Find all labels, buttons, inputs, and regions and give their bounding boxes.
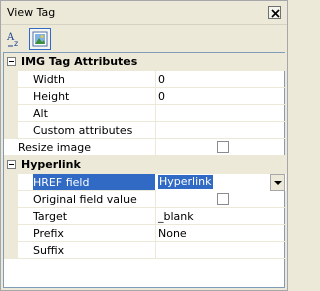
property-grid: IMG Tag Attributes Width 0 Height 0 Alt … (3, 52, 286, 288)
property-name: Target (33, 210, 68, 223)
close-button[interactable] (268, 6, 281, 19)
property-value[interactable]: _blank (158, 210, 194, 223)
original-field-value-checkbox[interactable] (217, 193, 229, 205)
toolbar: A z (1, 24, 287, 51)
sorted-text-icon: A z (6, 32, 18, 48)
property-value[interactable]: None (158, 227, 187, 240)
property-name: HREF field (33, 174, 155, 190)
href-field-dropdown[interactable]: Hyperlink (156, 174, 286, 191)
property-row-href-field[interactable]: HREF field Hyperlink (4, 174, 286, 191)
window-title: View Tag (7, 6, 56, 19)
property-name: Prefix (33, 227, 64, 240)
property-row-resize-image[interactable]: Resize image (4, 139, 286, 156)
dropdown-value[interactable]: Hyperlink (158, 175, 213, 189)
collapse-icon[interactable] (7, 160, 16, 169)
property-name: Custom attributes (33, 124, 133, 137)
category-label: Hyperlink (21, 158, 81, 171)
property-row-prefix[interactable]: Prefix None (4, 225, 286, 242)
title-bar[interactable]: View Tag (1, 1, 287, 24)
property-row-suffix[interactable]: Suffix (4, 242, 286, 259)
category-hyperlink[interactable]: Hyperlink (4, 156, 286, 174)
view-tag-window: View Tag A z IMG Tag Attributes Width 0 … (0, 0, 288, 291)
property-value[interactable]: 0 (158, 90, 165, 103)
property-row-original-field-value[interactable]: Original field value (4, 191, 286, 208)
image-icon (32, 31, 48, 47)
property-row-target[interactable]: Target _blank (4, 208, 286, 225)
property-name: Resize image (18, 141, 92, 154)
collapse-icon[interactable] (7, 57, 16, 66)
property-name: Alt (33, 107, 48, 120)
categorized-view-button[interactable]: A z (5, 28, 27, 50)
image-properties-button[interactable] (29, 28, 51, 50)
resize-image-checkbox[interactable] (217, 141, 229, 153)
category-label: IMG Tag Attributes (21, 55, 138, 68)
property-row-width[interactable]: Width 0 (4, 71, 286, 88)
property-row-height[interactable]: Height 0 (4, 88, 286, 105)
property-row-custom-attributes[interactable]: Custom attributes (4, 122, 286, 139)
property-name: Suffix (33, 244, 65, 257)
property-value[interactable]: 0 (158, 73, 165, 86)
property-name: Height (33, 90, 70, 103)
property-name: Original field value (33, 193, 137, 206)
svg-text:z: z (14, 39, 18, 48)
close-icon (271, 9, 280, 18)
property-name: Width (33, 73, 65, 86)
property-row-alt[interactable]: Alt (4, 105, 286, 122)
category-img-tag-attributes[interactable]: IMG Tag Attributes (4, 53, 286, 71)
chevron-down-icon[interactable] (270, 174, 285, 191)
